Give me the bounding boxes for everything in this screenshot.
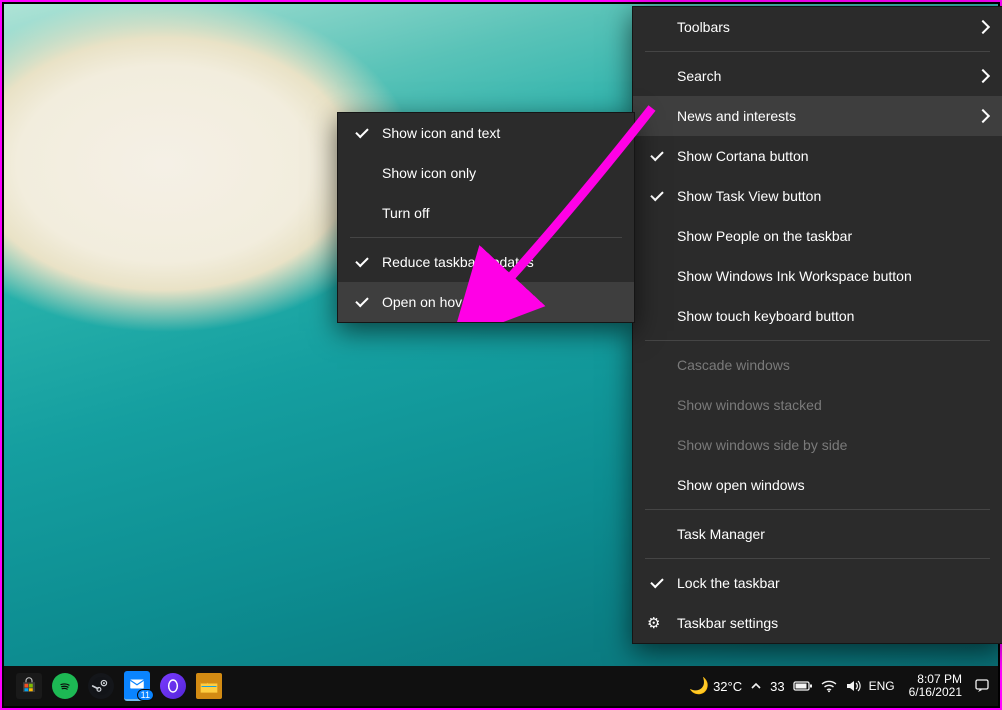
menu-settings-label: Taskbar settings <box>677 615 778 631</box>
moon-icon: 🌙 <box>689 676 709 696</box>
submenu-reduce-updates[interactable]: Reduce taskbar updates <box>338 242 634 282</box>
taskbar-tray: 🌙 32°C 33 ENG 8:07 PM 6/16/2021 <box>689 673 990 699</box>
submenu-icononly-label: Show icon only <box>382 165 476 181</box>
menu-sbs-label: Show windows side by side <box>677 437 847 453</box>
action-center-icon[interactable] <box>974 678 990 694</box>
menu-show-open-windows[interactable]: Show open windows <box>633 465 1002 505</box>
battery-icon[interactable] <box>793 680 813 692</box>
submenu-show-icon-and-text[interactable]: Show icon and text <box>338 113 634 153</box>
submenu-show-icon-only[interactable]: Show icon only <box>338 153 634 193</box>
menu-openwin-label: Show open windows <box>677 477 805 493</box>
submenu-iconandtext-label: Show icon and text <box>382 125 500 141</box>
tray-number[interactable]: 33 <box>770 679 784 694</box>
submenu-open-on-hover[interactable]: Open on hover <box>338 282 634 322</box>
submenu-turn-off[interactable]: Turn off <box>338 193 634 233</box>
submenu-turnoff-label: Turn off <box>382 205 429 221</box>
menu-cascade-label: Cascade windows <box>677 357 790 373</box>
menu-taskmgr-label: Task Manager <box>677 526 765 542</box>
menu-stacked-label: Show windows stacked <box>677 397 822 413</box>
spotify-icon[interactable] <box>52 673 78 699</box>
volume-icon[interactable] <box>845 679 861 693</box>
submenu-reduce-label: Reduce taskbar updates <box>382 254 534 270</box>
menu-show-cortana[interactable]: Show Cortana button <box>633 136 1002 176</box>
weather-temp: 32°C <box>713 679 742 694</box>
menu-stacked-windows: Show windows stacked <box>633 385 1002 425</box>
menu-toolbars-label: Toolbars <box>677 19 730 35</box>
taskbar-pinned-apps: 11 <box>16 671 222 701</box>
menu-show-people[interactable]: Show People on the taskbar <box>633 216 1002 256</box>
clock-date: 6/16/2021 <box>909 686 962 699</box>
menu-show-ink[interactable]: Show Windows Ink Workspace button <box>633 256 1002 296</box>
weather-widget[interactable]: 🌙 32°C <box>689 676 742 696</box>
tray-chevron-icon[interactable] <box>750 680 762 692</box>
opera-gx-icon[interactable] <box>160 673 186 699</box>
file-explorer-icon[interactable] <box>196 673 222 699</box>
taskbar-clock[interactable]: 8:07 PM 6/16/2021 <box>909 673 962 699</box>
news-interests-submenu: Show icon and text Show icon only Turn o… <box>337 112 635 323</box>
mail-badge: 11 <box>137 689 154 701</box>
menu-cortana-label: Show Cortana button <box>677 148 809 164</box>
menu-touchkb-label: Show touch keyboard button <box>677 308 854 324</box>
wifi-icon[interactable] <box>821 679 837 693</box>
menu-news-label: News and interests <box>677 108 796 124</box>
menu-news-and-interests[interactable]: News and interests <box>633 96 1002 136</box>
language-indicator[interactable]: ENG <box>869 679 895 693</box>
mail-icon[interactable]: 11 <box>124 671 150 701</box>
menu-search[interactable]: Search <box>633 56 1002 96</box>
menu-people-label: Show People on the taskbar <box>677 228 852 244</box>
taskbar[interactable]: 11 🌙 32°C 33 ENG 8:07 PM 6/16/2021 <box>4 666 998 706</box>
menu-ink-label: Show Windows Ink Workspace button <box>677 268 912 284</box>
menu-task-manager[interactable]: Task Manager <box>633 514 1002 554</box>
menu-show-task-view[interactable]: Show Task View button <box>633 176 1002 216</box>
menu-taskbar-settings[interactable]: Taskbar settings <box>633 603 1002 643</box>
menu-toolbars[interactable]: Toolbars <box>633 7 1002 47</box>
submenu-hover-label: Open on hover <box>382 294 475 310</box>
steam-icon[interactable] <box>88 673 114 699</box>
menu-cascade-windows: Cascade windows <box>633 345 1002 385</box>
menu-lock-taskbar[interactable]: Lock the taskbar <box>633 563 1002 603</box>
taskbar-context-menu: Toolbars Search News and interests Show … <box>632 6 1002 644</box>
menu-show-touch-keyboard[interactable]: Show touch keyboard button <box>633 296 1002 336</box>
menu-side-by-side: Show windows side by side <box>633 425 1002 465</box>
microsoft-store-icon[interactable] <box>16 673 42 699</box>
menu-taskview-label: Show Task View button <box>677 188 821 204</box>
menu-search-label: Search <box>677 68 721 84</box>
menu-lock-label: Lock the taskbar <box>677 575 780 591</box>
